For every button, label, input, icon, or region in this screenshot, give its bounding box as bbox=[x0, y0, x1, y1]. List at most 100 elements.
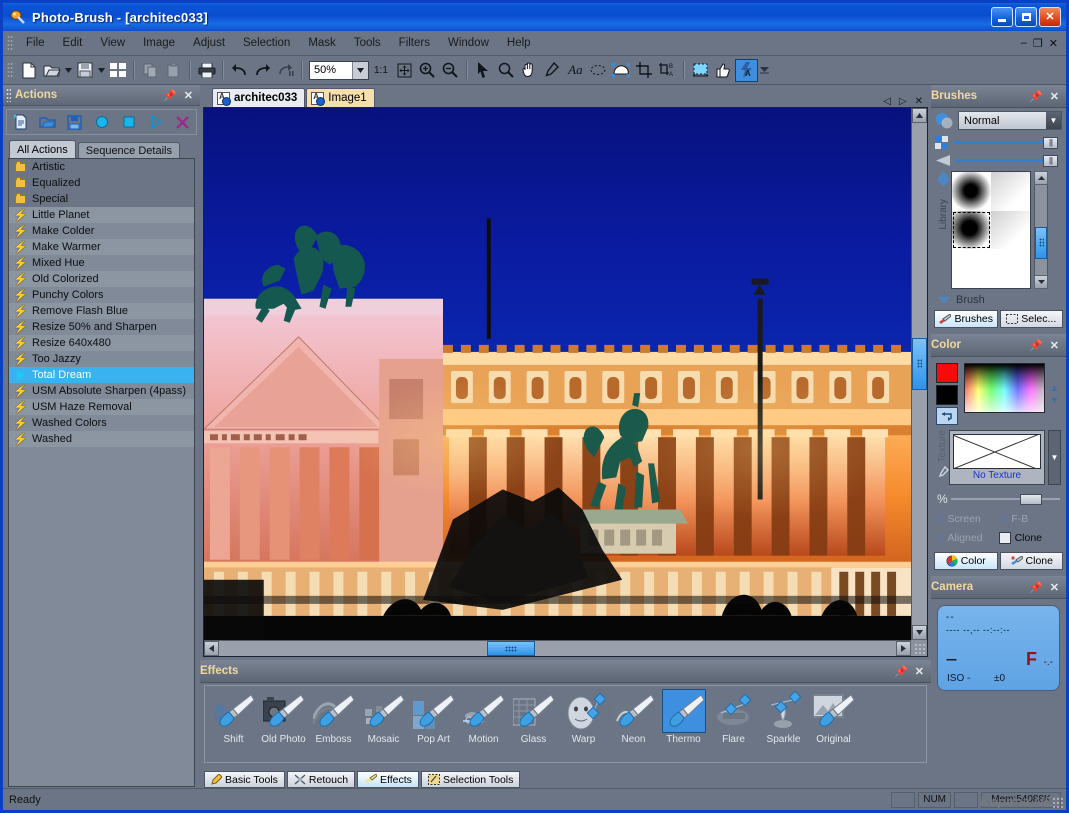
pin-icon[interactable]: 📌 bbox=[1029, 339, 1043, 352]
tab-retouch[interactable]: Retouch bbox=[286, 771, 356, 788]
menu-view[interactable]: View bbox=[91, 34, 134, 52]
action-row[interactable]: ⚡ Too Jazzy bbox=[9, 351, 194, 367]
spinner-up-icon[interactable]: ▲ bbox=[1050, 383, 1059, 393]
toolbar-overflow-icon[interactable] bbox=[759, 65, 769, 75]
texture-percent-slider[interactable] bbox=[951, 493, 1060, 505]
menu-help[interactable]: Help bbox=[498, 34, 540, 52]
canvas-vertical-scrollbar[interactable] bbox=[911, 108, 927, 640]
action-row[interactable]: ⚡ Punchy Colors bbox=[9, 287, 194, 303]
brush-cell[interactable] bbox=[991, 249, 1030, 288]
toolbar-grip[interactable] bbox=[7, 61, 14, 79]
window-resize-grip[interactable] bbox=[1052, 797, 1064, 809]
effect-item-neon[interactable]: Neon bbox=[609, 689, 658, 745]
prev-doc-icon[interactable]: ◁ bbox=[883, 96, 891, 107]
action-row[interactable]: Special bbox=[9, 191, 194, 207]
effect-item-warp[interactable]: Warp bbox=[559, 689, 608, 745]
panel-grip[interactable] bbox=[6, 88, 11, 102]
effect-item-thermo[interactable]: Thermo bbox=[659, 689, 708, 745]
chevron-down-icon[interactable] bbox=[938, 297, 950, 303]
tab-brushes[interactable]: Brushes bbox=[934, 310, 998, 328]
eyedropper-icon[interactable] bbox=[937, 465, 949, 478]
brush-cell[interactable] bbox=[991, 172, 1030, 211]
next-doc-icon[interactable]: ▷ bbox=[899, 96, 907, 107]
close-icon[interactable]: ✕ bbox=[1050, 339, 1059, 352]
effect-item-emboss[interactable]: Emboss bbox=[309, 689, 358, 745]
screen-checkbox[interactable]: ✕ Screen bbox=[937, 513, 981, 525]
menu-tools[interactable]: Tools bbox=[345, 34, 390, 52]
menu-filters[interactable]: Filters bbox=[390, 34, 439, 52]
pin-icon[interactable]: 📌 bbox=[1029, 90, 1043, 103]
menu-edit[interactable]: Edit bbox=[54, 34, 92, 52]
scroll-down-button[interactable] bbox=[1034, 275, 1048, 289]
effect-item-flare[interactable]: Flare bbox=[709, 689, 758, 745]
pin-icon[interactable]: 📌 bbox=[163, 89, 177, 102]
play-icon[interactable] bbox=[146, 113, 165, 132]
brush-cell[interactable] bbox=[952, 172, 991, 211]
close-icon[interactable]: ✕ bbox=[1050, 581, 1059, 594]
action-row[interactable]: ⚡ USM Absolute Sharpen (4pass) bbox=[9, 383, 194, 399]
document-tab-architec033[interactable]: architec033 bbox=[212, 88, 306, 107]
hand-pan-icon[interactable] bbox=[518, 59, 541, 82]
crop-icon[interactable] bbox=[633, 59, 656, 82]
freehand-mask-icon[interactable] bbox=[610, 59, 633, 82]
aligned-checkbox[interactable]: ✕ Aligned bbox=[937, 532, 983, 544]
scroll-left-button[interactable] bbox=[204, 641, 219, 656]
tab-color[interactable]: Color bbox=[934, 552, 998, 570]
menu-image[interactable]: Image bbox=[134, 34, 184, 52]
actions-list[interactable]: Artistic Equalized Special ⚡ Little Planet ⚡ M… bbox=[8, 158, 195, 787]
chevron-down-icon[interactable]: ▼ bbox=[1046, 112, 1061, 129]
effect-item-shift[interactable]: Shift bbox=[209, 689, 258, 745]
brush-cell[interactable] bbox=[991, 210, 1030, 250]
undo-icon[interactable] bbox=[228, 59, 251, 82]
scroll-up-button[interactable] bbox=[1034, 171, 1048, 185]
texture-dropdown-button[interactable]: ▼ bbox=[1048, 430, 1061, 485]
menu-window[interactable]: Window bbox=[439, 34, 498, 52]
foreground-color-swatch[interactable] bbox=[936, 363, 958, 383]
menu-grip[interactable] bbox=[7, 34, 14, 52]
menu-file[interactable]: File bbox=[17, 34, 54, 52]
action-row[interactable]: ⚡ USM Haze Removal bbox=[9, 399, 194, 415]
arrow-pointer-icon[interactable] bbox=[472, 59, 495, 82]
print-icon[interactable] bbox=[195, 59, 218, 82]
new-document-icon[interactable] bbox=[17, 59, 40, 82]
tab-all-actions[interactable]: All Actions bbox=[9, 140, 76, 159]
new-action-icon[interactable] bbox=[11, 113, 30, 132]
record-icon[interactable] bbox=[92, 113, 111, 132]
auto-enhance-icon[interactable]: A bbox=[734, 58, 758, 82]
tab-selection-tools[interactable]: Selection Tools bbox=[420, 771, 521, 788]
image-canvas[interactable] bbox=[204, 108, 911, 640]
brush-cell-selected[interactable] bbox=[952, 210, 991, 250]
tab-basic-tools[interactable]: Basic Tools bbox=[204, 771, 285, 788]
effect-item-glass[interactable]: Glass bbox=[509, 689, 558, 745]
menu-adjust[interactable]: Adjust bbox=[184, 34, 234, 52]
transparency-icon[interactable] bbox=[689, 59, 712, 82]
eyedropper-icon[interactable] bbox=[541, 59, 564, 82]
tab-selections[interactable]: Selec... bbox=[999, 310, 1063, 328]
action-row[interactable]: ⚡ Washed Colors bbox=[9, 415, 194, 431]
close-icon[interactable]: ✕ bbox=[915, 665, 924, 678]
scroll-right-button[interactable] bbox=[896, 641, 911, 656]
blend-mode-select[interactable]: Normal ▼ bbox=[958, 111, 1062, 130]
menu-selection[interactable]: Selection bbox=[234, 34, 299, 52]
mdi-restore-icon[interactable]: ❐ bbox=[1033, 37, 1043, 50]
mdi-close-icon[interactable]: ✕ bbox=[1049, 37, 1058, 50]
redo-pause-icon[interactable] bbox=[274, 59, 297, 82]
effect-item-sparkle[interactable]: Sparkle bbox=[759, 689, 808, 745]
tab-sequence-details[interactable]: Sequence Details bbox=[77, 142, 180, 159]
menu-mask[interactable]: Mask bbox=[299, 34, 344, 52]
action-row[interactable]: ⚡ Make Warmer bbox=[9, 239, 194, 255]
spinner-down-icon[interactable]: ▼ bbox=[1050, 395, 1059, 405]
paste-icon[interactable] bbox=[162, 59, 185, 82]
brush-expander-row[interactable]: Brush bbox=[931, 289, 1066, 306]
thumbs-up-icon[interactable] bbox=[712, 59, 735, 82]
pin-icon[interactable]: 📌 bbox=[1029, 581, 1043, 594]
effect-item-motion[interactable]: Motion bbox=[459, 689, 508, 745]
zoom-in-icon[interactable] bbox=[416, 59, 439, 82]
stop-icon[interactable] bbox=[119, 113, 138, 132]
action-row[interactable]: ⚡ Washed bbox=[9, 431, 194, 447]
action-row[interactable]: ⚡ Resize 640x480 bbox=[9, 335, 194, 351]
open-action-icon[interactable] bbox=[38, 113, 57, 132]
vertical-scroll-thumb[interactable] bbox=[912, 338, 927, 390]
open-dropdown-icon[interactable] bbox=[63, 59, 73, 82]
chevron-down-icon[interactable] bbox=[352, 61, 368, 79]
